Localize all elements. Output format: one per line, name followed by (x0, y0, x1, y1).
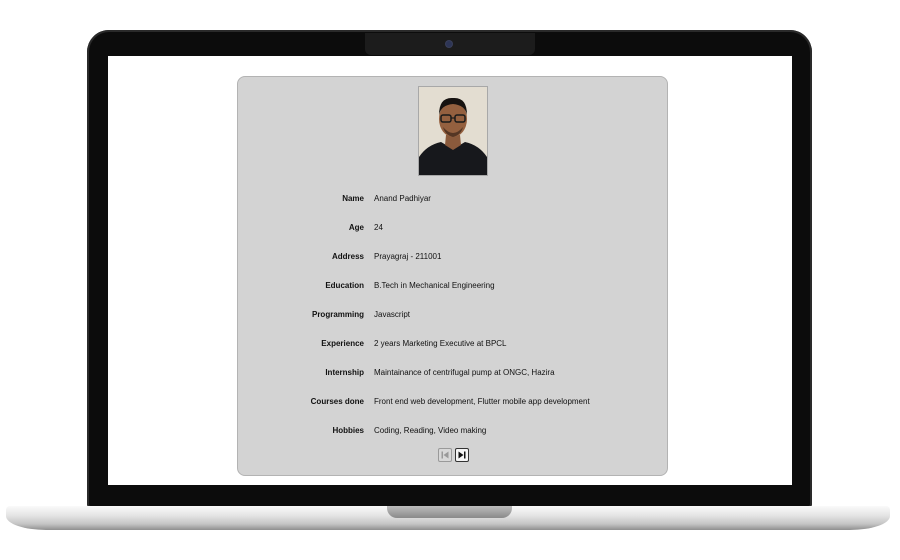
field-value: Coding, Reading, Video making (374, 426, 487, 435)
skip-next-icon (458, 451, 466, 459)
profile-row-address: Address Prayagraj - 211001 (238, 250, 669, 264)
field-value: 24 (374, 223, 383, 232)
field-label: Programming (311, 310, 364, 319)
field-label: Education (325, 281, 364, 290)
laptop-screen: Name Anand Padhiyar Age 24 Address Praya… (108, 56, 792, 485)
field-label: Age (348, 223, 364, 232)
profile-card: Name Anand Padhiyar Age 24 Address Praya… (237, 76, 668, 476)
field-value: Anand Padhiyar (374, 194, 431, 203)
field-label: Experience (321, 339, 364, 348)
webcam-icon (446, 41, 452, 47)
field-value: Javascript (374, 310, 411, 319)
previous-button[interactable] (438, 448, 452, 462)
field-label: Internship (325, 368, 364, 377)
profile-photo (418, 86, 488, 176)
profile-row-age: Age 24 (238, 221, 669, 235)
next-button[interactable] (455, 448, 469, 462)
profile-row-name: Name Anand Padhiyar (238, 192, 669, 206)
field-value: B.Tech in Mechanical Engineering (374, 281, 495, 290)
field-value: 2 years Marketing Executive at BPCL (374, 339, 507, 348)
profile-row-hobbies: Hobbies Coding, Reading, Video making (238, 424, 669, 438)
profile-row-experience: Experience 2 years Marketing Executive a… (238, 337, 669, 351)
field-label: Courses done (310, 397, 364, 406)
laptop-base-notch (387, 506, 512, 518)
field-label: Name (342, 194, 364, 203)
field-label: Hobbies (332, 426, 364, 435)
profile-row-education: Education B.Tech in Mechanical Engineeri… (238, 279, 669, 293)
field-value: Prayagraj - 211001 (374, 252, 442, 261)
profile-row-courses: Courses done Front end web development, … (238, 395, 669, 409)
skip-previous-icon (441, 451, 449, 459)
field-label: Address (331, 252, 364, 261)
field-value: Front end web development, Flutter mobil… (374, 397, 590, 406)
profile-row-programming: Programming Javascript (238, 308, 669, 322)
field-value: Maintainance of centrifugal pump at ONGC… (374, 368, 555, 377)
profile-row-internship: Internship Maintainance of centrifugal p… (238, 366, 669, 380)
